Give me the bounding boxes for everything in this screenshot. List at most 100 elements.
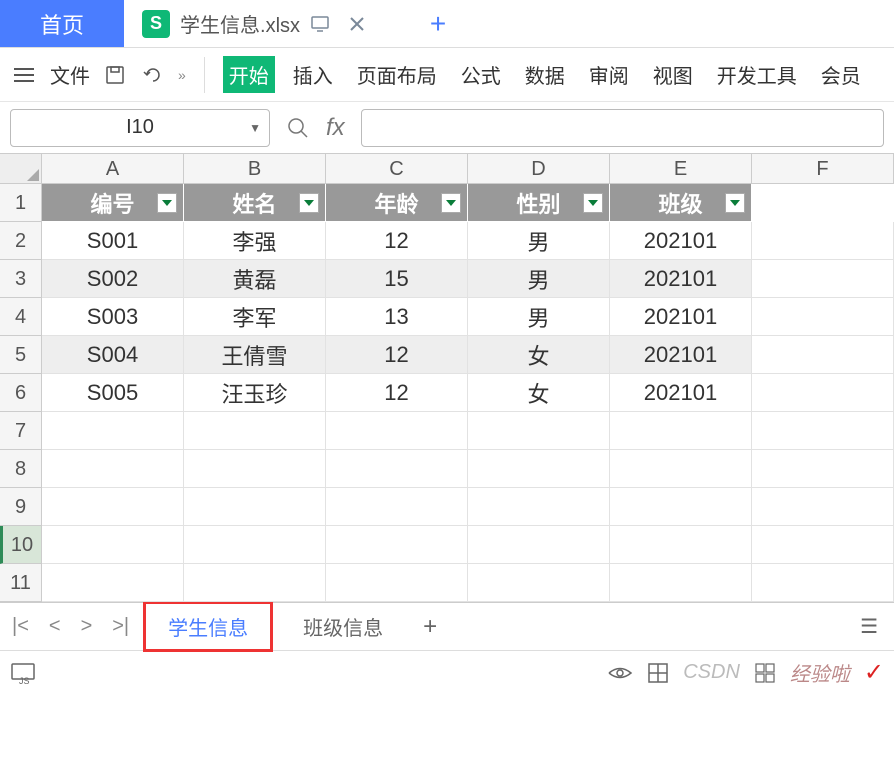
file-tab[interactable]: S 学生信息.xlsx bbox=[124, 0, 414, 47]
col-header-a[interactable]: A bbox=[42, 154, 184, 183]
data-cell[interactable]: S002 bbox=[42, 260, 184, 298]
data-cell[interactable]: 15 bbox=[326, 260, 468, 298]
spreadsheet-grid[interactable]: A B C D E F 1编号姓名年龄性别班级2S001李强12男2021013… bbox=[0, 154, 894, 602]
cell[interactable] bbox=[610, 412, 752, 450]
cell[interactable] bbox=[326, 526, 468, 564]
cell[interactable] bbox=[184, 450, 326, 488]
data-cell[interactable]: 202101 bbox=[610, 222, 752, 260]
sheet-tab-class-info[interactable]: 班级信息 bbox=[281, 604, 405, 649]
data-cell[interactable]: 202101 bbox=[610, 374, 752, 412]
menu-tab-data[interactable]: 数据 bbox=[519, 60, 571, 89]
cell[interactable] bbox=[42, 450, 184, 488]
cell[interactable] bbox=[752, 336, 894, 374]
col-header-b[interactable]: B bbox=[184, 154, 326, 183]
cell[interactable] bbox=[752, 374, 894, 412]
data-cell[interactable]: 女 bbox=[468, 374, 610, 412]
filter-dropdown-icon[interactable] bbox=[583, 193, 603, 213]
grid-view-icon[interactable] bbox=[647, 662, 669, 684]
filter-dropdown-icon[interactable] bbox=[725, 193, 745, 213]
cell[interactable] bbox=[42, 526, 184, 564]
col-header-e[interactable]: E bbox=[610, 154, 752, 183]
file-menu[interactable]: 文件 bbox=[50, 60, 90, 89]
data-cell[interactable]: 男 bbox=[468, 298, 610, 336]
table-header-cell[interactable]: 班级 bbox=[610, 184, 752, 222]
table-header-cell[interactable]: 编号 bbox=[42, 184, 184, 222]
cell[interactable] bbox=[326, 450, 468, 488]
data-cell[interactable]: 202101 bbox=[610, 260, 752, 298]
cell[interactable] bbox=[752, 488, 894, 526]
cell[interactable] bbox=[326, 564, 468, 602]
cell[interactable] bbox=[184, 412, 326, 450]
cell[interactable] bbox=[752, 260, 894, 298]
data-cell[interactable]: 13 bbox=[326, 298, 468, 336]
menu-tab-start[interactable]: 开始 bbox=[223, 56, 275, 93]
cell[interactable] bbox=[468, 488, 610, 526]
data-cell[interactable]: 李强 bbox=[184, 222, 326, 260]
data-cell[interactable]: S003 bbox=[42, 298, 184, 336]
menu-icon[interactable] bbox=[10, 64, 38, 86]
menu-tab-insert[interactable]: 插入 bbox=[287, 60, 339, 89]
zoom-icon[interactable] bbox=[286, 116, 310, 140]
add-sheet-button[interactable]: + bbox=[413, 613, 447, 641]
sheet-tab-student-info[interactable]: 学生信息 bbox=[143, 601, 273, 652]
row-header[interactable]: 1 bbox=[0, 184, 42, 222]
table-header-cell[interactable]: 性别 bbox=[468, 184, 610, 222]
sheet-nav-last[interactable]: >| bbox=[106, 615, 135, 638]
data-cell[interactable]: 李军 bbox=[184, 298, 326, 336]
data-cell[interactable]: 12 bbox=[326, 222, 468, 260]
data-cell[interactable]: 202101 bbox=[610, 336, 752, 374]
data-cell[interactable]: 12 bbox=[326, 336, 468, 374]
menu-tab-layout[interactable]: 页面布局 bbox=[351, 60, 443, 89]
data-cell[interactable]: 12 bbox=[326, 374, 468, 412]
cell[interactable] bbox=[752, 222, 894, 260]
row-header[interactable]: 11 bbox=[0, 564, 42, 602]
menu-tab-formula[interactable]: 公式 bbox=[455, 60, 507, 89]
table-header-cell[interactable]: 姓名 bbox=[184, 184, 326, 222]
undo-icon[interactable] bbox=[140, 62, 166, 88]
cell[interactable] bbox=[42, 412, 184, 450]
col-header-c[interactable]: C bbox=[326, 154, 468, 183]
fx-icon[interactable]: fx bbox=[326, 114, 345, 142]
row-header[interactable]: 9 bbox=[0, 488, 42, 526]
cell[interactable] bbox=[610, 450, 752, 488]
cell[interactable] bbox=[610, 564, 752, 602]
home-tab[interactable]: 首页 bbox=[0, 0, 124, 47]
cell[interactable] bbox=[610, 488, 752, 526]
menu-tab-member[interactable]: 会员 bbox=[815, 60, 867, 89]
menu-tab-dev[interactable]: 开发工具 bbox=[711, 60, 803, 89]
data-cell[interactable]: S001 bbox=[42, 222, 184, 260]
share-screen-icon[interactable] bbox=[310, 14, 330, 34]
more-quick-access[interactable]: » bbox=[178, 67, 186, 83]
row-header[interactable]: 7 bbox=[0, 412, 42, 450]
cell[interactable] bbox=[752, 564, 894, 602]
cell[interactable] bbox=[610, 526, 752, 564]
save-icon[interactable] bbox=[102, 62, 128, 88]
cell[interactable] bbox=[326, 412, 468, 450]
row-header[interactable]: 10 bbox=[0, 526, 42, 564]
formula-input[interactable] bbox=[361, 109, 884, 147]
new-tab-button[interactable]: + bbox=[414, 0, 462, 47]
sheet-nav-next[interactable]: > bbox=[75, 615, 99, 638]
menu-tab-review[interactable]: 审阅 bbox=[583, 60, 635, 89]
data-cell[interactable]: 黄磊 bbox=[184, 260, 326, 298]
filter-dropdown-icon[interactable] bbox=[157, 193, 177, 213]
terminal-icon[interactable]: JS bbox=[10, 662, 36, 684]
sheet-nav-prev[interactable]: < bbox=[43, 615, 67, 638]
name-box-dropdown-icon[interactable]: ▼ bbox=[249, 121, 261, 135]
sheet-nav-first[interactable]: |< bbox=[6, 615, 35, 638]
data-cell[interactable]: S004 bbox=[42, 336, 184, 374]
data-cell[interactable]: 男 bbox=[468, 260, 610, 298]
cell[interactable] bbox=[326, 488, 468, 526]
cell[interactable] bbox=[184, 488, 326, 526]
cell[interactable] bbox=[468, 564, 610, 602]
table-header-cell[interactable]: 年龄 bbox=[326, 184, 468, 222]
data-cell[interactable]: S005 bbox=[42, 374, 184, 412]
row-header[interactable]: 3 bbox=[0, 260, 42, 298]
row-header[interactable]: 4 bbox=[0, 298, 42, 336]
col-header-d[interactable]: D bbox=[468, 154, 610, 183]
row-header[interactable]: 6 bbox=[0, 374, 42, 412]
cell[interactable] bbox=[752, 526, 894, 564]
cell[interactable] bbox=[468, 412, 610, 450]
col-header-f[interactable]: F bbox=[752, 154, 894, 183]
data-cell[interactable]: 男 bbox=[468, 222, 610, 260]
